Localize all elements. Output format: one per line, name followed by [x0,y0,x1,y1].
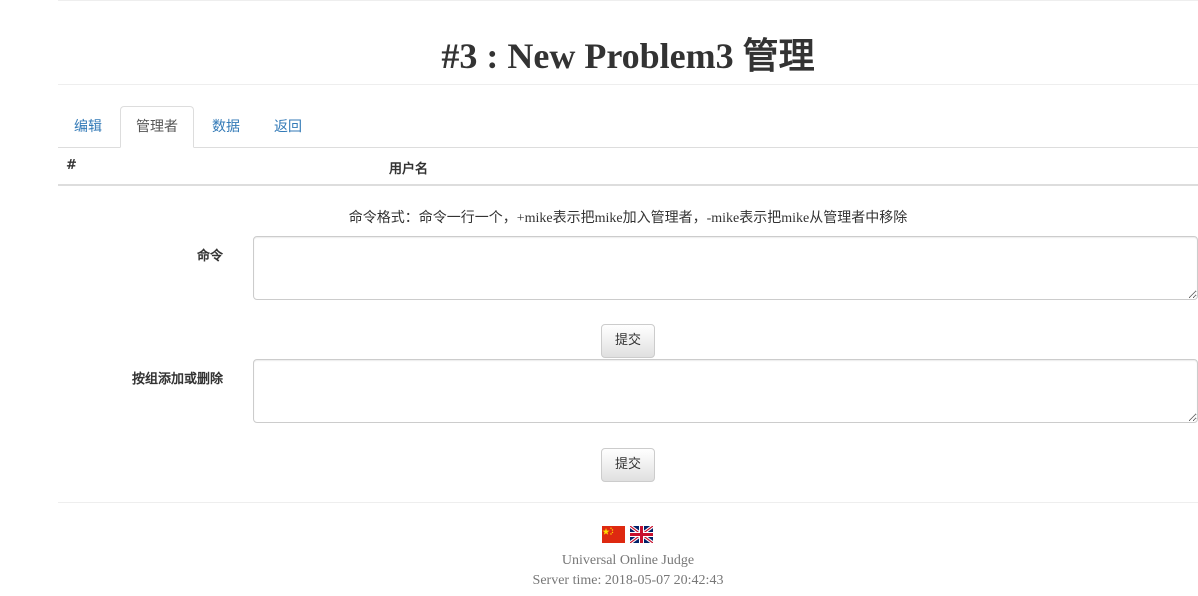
tab-data[interactable]: 数据 [196,106,256,146]
tab-managers[interactable]: 管理者 [120,106,194,148]
command-format-hint: 命令格式：命令一行一个，+mike表示把mike加入管理者，-mike表示把mi… [348,211,908,226]
footer-server-time: Server time: 2018-05-07 20:42:43 [532,573,724,588]
footer-site-name: Universal Online Judge [561,553,695,568]
tab-bar: 编辑 管理者 数据 返回 [58,106,1198,148]
column-header-username: 用户名 [389,162,429,177]
uk-flag-icon[interactable] [630,526,653,543]
command-textarea[interactable] [253,236,1198,300]
submit-command-button[interactable]: 提交 [601,324,655,358]
tab-back[interactable]: 返回 [258,106,318,146]
top-divider [58,0,1198,1]
column-header-number: # [66,158,77,173]
page-header: #3 : New Problem3 管理 [58,20,1198,85]
footer-divider [58,502,1198,503]
china-flag-icon[interactable] [602,526,625,543]
group-label: 按组添加或删除 [131,372,223,387]
command-label: 命令 [196,249,223,264]
page-title: #3 : New Problem3 管理 [441,36,815,76]
language-flags [602,526,653,543]
group-textarea[interactable] [253,359,1198,423]
tab-edit[interactable]: 编辑 [58,106,118,146]
submit-group-button[interactable]: 提交 [601,448,655,482]
managers-table-header: # 用户名 [58,148,1198,186]
